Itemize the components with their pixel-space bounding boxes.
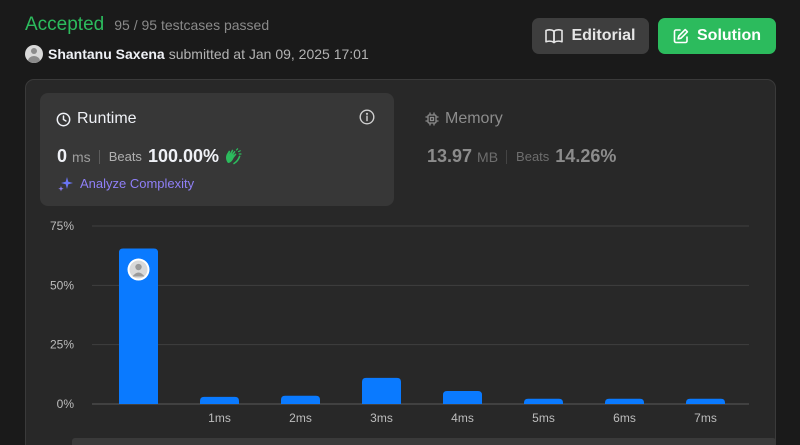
x-tick-label: 7ms — [694, 411, 717, 425]
x-tick-label: 6ms — [613, 411, 636, 425]
y-tick-label: 0% — [57, 397, 75, 411]
x-tick-label: 2ms — [289, 411, 312, 425]
y-tick-label: 75% — [50, 219, 74, 233]
y-tick-label: 50% — [50, 278, 74, 292]
chart-bar — [281, 395, 320, 404]
chart-bar — [362, 377, 401, 404]
chart-bar — [605, 398, 644, 404]
x-tick-label: 3ms — [370, 411, 393, 425]
chart-bar — [524, 398, 563, 404]
chart-bar — [200, 396, 239, 404]
user-marker-head — [135, 263, 142, 271]
chart-bar — [443, 390, 482, 404]
y-tick-label: 25% — [50, 338, 74, 352]
runtime-distribution-chart: 0% 25% 50% 75% 1ms 2ms 3ms 4ms 5ms 6ms 7ms — [50, 219, 749, 425]
code-panel-edge — [72, 438, 776, 445]
x-tick-label: 5ms — [532, 411, 555, 425]
chart-bar — [686, 398, 725, 404]
x-tick-label: 1ms — [208, 411, 231, 425]
x-tick-label: 4ms — [451, 411, 474, 425]
